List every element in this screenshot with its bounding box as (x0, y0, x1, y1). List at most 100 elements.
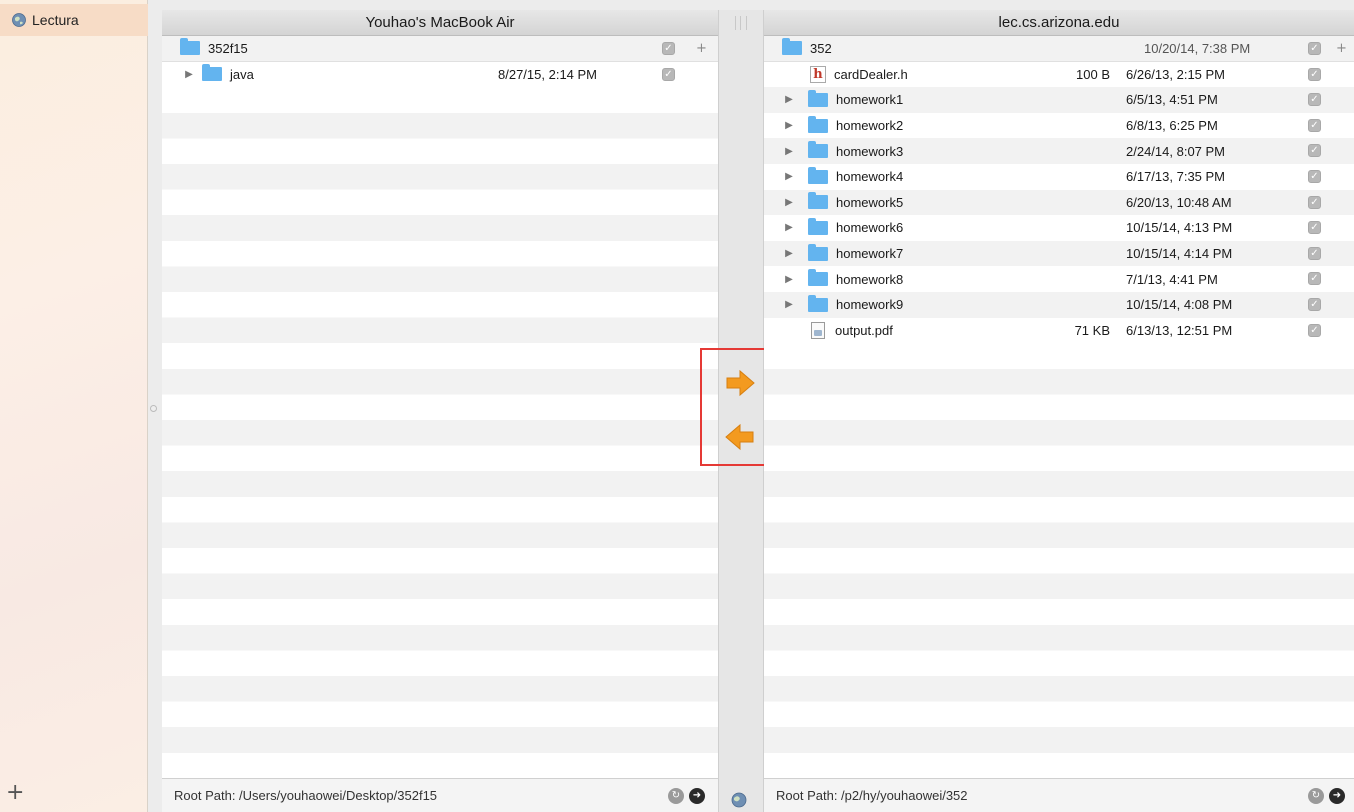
file-date: 10/15/14, 4:13 PM (1126, 220, 1233, 236)
disclosure-triangle-icon[interactable]: ▶ (784, 222, 794, 233)
file-checkbox[interactable]: ✓ (1308, 169, 1321, 183)
go-arrow-icon[interactable]: ➜ (689, 788, 705, 804)
remote-root-path: Root Path: /p2/hy/youhaowei/352 (776, 788, 968, 803)
sidebar-resize-handle[interactable] (150, 405, 157, 412)
remote-row-homework4[interactable]: ▶ homework4 6/17/13, 7:35 PM ✓ (764, 163, 1354, 190)
remote-row-homework6[interactable]: ▶ homework6 10/15/14, 4:13 PM ✓ (764, 215, 1354, 241)
folder-icon (808, 217, 828, 235)
local-pane-title: Youhao's MacBook Air (162, 10, 718, 36)
globe-icon (731, 792, 747, 808)
sidebar: Lectura + (0, 0, 148, 812)
disclosure-triangle-icon[interactable]: ▶ (784, 197, 794, 208)
remote-row-homework9[interactable]: ▶ homework9 10/15/14, 4:08 PM ✓ (764, 291, 1354, 318)
file-checkbox[interactable]: ✓ (1308, 67, 1321, 81)
file-checkbox[interactable]: ✓ (1308, 272, 1321, 286)
file-size: 100 B (1076, 66, 1110, 82)
go-arrow-icon[interactable]: ➜ (1329, 788, 1345, 804)
add-connection-button[interactable]: + (6, 782, 24, 804)
local-root-row[interactable]: 352f15 ✓ + (162, 36, 718, 62)
file-date: 8/27/15, 2:14 PM (498, 66, 598, 82)
file-checkbox[interactable]: ✓ (1308, 144, 1321, 158)
local-root-name: 352f15 (208, 40, 248, 56)
folder-icon (808, 89, 828, 107)
file-date: 6/8/13, 6:25 PM (1126, 118, 1218, 134)
file-size: 71 KB (1074, 322, 1110, 338)
remote-root-row[interactable]: 352 10/20/14, 7:38 PM ✓ + (764, 36, 1354, 62)
file-date: 6/17/13, 7:35 PM (1126, 169, 1226, 185)
remote-add-button[interactable]: + (1336, 41, 1347, 56)
folder-icon (808, 166, 828, 184)
remote-row-homework8[interactable]: ▶ homework8 7/1/13, 4:41 PM ✓ (764, 266, 1354, 292)
local-root-path: Root Path: /Users/youhaowei/Desktop/352f… (174, 788, 438, 803)
local-pane: Youhao's MacBook Air 352f15 ✓ + ▶ java 8… (162, 10, 718, 812)
file-checkbox[interactable]: ✓ (1308, 246, 1321, 260)
file-name: homework8 (836, 271, 904, 287)
file-date: 6/20/13, 10:48 AM (1126, 194, 1232, 210)
pdf-file-icon (811, 321, 825, 339)
remote-pane-title: lec.cs.arizona.edu (764, 10, 1354, 36)
file-date: 2/24/14, 8:07 PM (1126, 143, 1226, 159)
folder-icon (808, 115, 828, 133)
folder-icon (180, 38, 200, 56)
header-file-icon: h (810, 65, 826, 83)
file-date: 7/1/13, 4:41 PM (1126, 271, 1218, 287)
file-name: homework7 (836, 246, 904, 262)
remote-file-list: 352 10/20/14, 7:38 PM ✓ + h cardDealer.h… (764, 36, 1354, 778)
folder-icon (202, 64, 222, 82)
folder-icon (808, 269, 828, 287)
local-root-checkbox[interactable]: ✓ (662, 42, 675, 55)
remote-root-date: 10/20/14, 7:38 PM (1144, 40, 1251, 56)
sidebar-item-label: Lectura (32, 12, 79, 28)
disclosure-triangle-icon[interactable]: ▶ (784, 146, 794, 157)
remote-row-cardDealer[interactable]: h cardDealer.h 100 B 6/26/13, 2:15 PM ✓ (764, 61, 1354, 88)
file-name: homework4 (836, 169, 904, 185)
file-name: output.pdf (835, 322, 893, 338)
disclosure-triangle-icon[interactable]: ▶ (184, 69, 194, 80)
file-checkbox[interactable]: ✓ (1308, 118, 1321, 132)
folder-icon (808, 243, 828, 261)
local-file-list: 352f15 ✓ + ▶ java 8/27/15, 2:14 PM ✓ (162, 36, 718, 778)
file-checkbox[interactable]: ✓ (1308, 93, 1321, 107)
file-date: 10/15/14, 4:14 PM (1126, 246, 1233, 262)
disclosure-triangle-icon[interactable]: ▶ (784, 171, 794, 182)
sidebar-item-lectura[interactable]: Lectura (0, 4, 148, 36)
file-name: homework5 (836, 194, 904, 210)
local-row-java[interactable]: ▶ java 8/27/15, 2:14 PM ✓ (162, 61, 718, 88)
file-checkbox[interactable]: ✓ (1308, 221, 1321, 235)
remote-row-homework5[interactable]: ▶ homework5 6/20/13, 10:48 AM ✓ (764, 189, 1354, 216)
disclosure-triangle-icon[interactable]: ▶ (784, 94, 794, 105)
remote-row-homework1[interactable]: ▶ homework1 6/5/13, 4:51 PM ✓ (764, 87, 1354, 113)
file-name: homework1 (836, 92, 904, 108)
disclosure-triangle-icon[interactable]: ▶ (784, 299, 794, 310)
disclosure-triangle-icon[interactable]: ▶ (784, 120, 794, 131)
remote-row-output-pdf[interactable]: output.pdf 71 KB 6/13/13, 12:51 PM ✓ (764, 317, 1354, 344)
file-date: 6/26/13, 2:15 PM (1126, 66, 1226, 82)
remote-row-homework3[interactable]: ▶ homework3 2/24/14, 8:07 PM ✓ (764, 138, 1354, 164)
local-add-button[interactable]: + (696, 41, 707, 56)
disclosure-triangle-icon[interactable]: ▶ (784, 248, 794, 259)
file-checkbox[interactable]: ✓ (1308, 297, 1321, 311)
folder-icon (782, 38, 802, 56)
file-checkbox[interactable]: ✓ (1308, 323, 1321, 337)
remote-pane: lec.cs.arizona.edu 352 10/20/14, 7:38 PM… (764, 10, 1354, 812)
file-name: homework6 (836, 220, 904, 236)
disclosure-triangle-icon[interactable]: ▶ (784, 274, 794, 285)
file-checkbox[interactable]: ✓ (1308, 195, 1321, 209)
refresh-icon[interactable]: ↻ (668, 788, 684, 804)
file-name: homework2 (836, 118, 904, 134)
file-date: 6/13/13, 12:51 PM (1126, 322, 1233, 338)
file-date: 6/5/13, 4:51 PM (1126, 92, 1218, 108)
file-checkbox[interactable]: ✓ (662, 67, 675, 81)
folder-icon (808, 141, 828, 159)
arrow-right-icon[interactable] (723, 366, 757, 400)
arrow-left-icon[interactable] (723, 420, 757, 454)
file-name: homework3 (836, 143, 904, 159)
refresh-icon[interactable]: ↻ (1308, 788, 1324, 804)
file-name: homework9 (836, 297, 904, 313)
split-grip[interactable] (735, 16, 747, 30)
remote-root-checkbox[interactable]: ✓ (1308, 42, 1321, 55)
remote-row-homework2[interactable]: ▶ homework2 6/8/13, 6:25 PM ✓ (764, 112, 1354, 139)
remote-root-name: 352 (810, 40, 832, 56)
remote-footer: Root Path: /p2/hy/youhaowei/352 ↻ ➜ (764, 778, 1354, 812)
remote-row-homework7[interactable]: ▶ homework7 10/15/14, 4:14 PM ✓ (764, 240, 1354, 267)
